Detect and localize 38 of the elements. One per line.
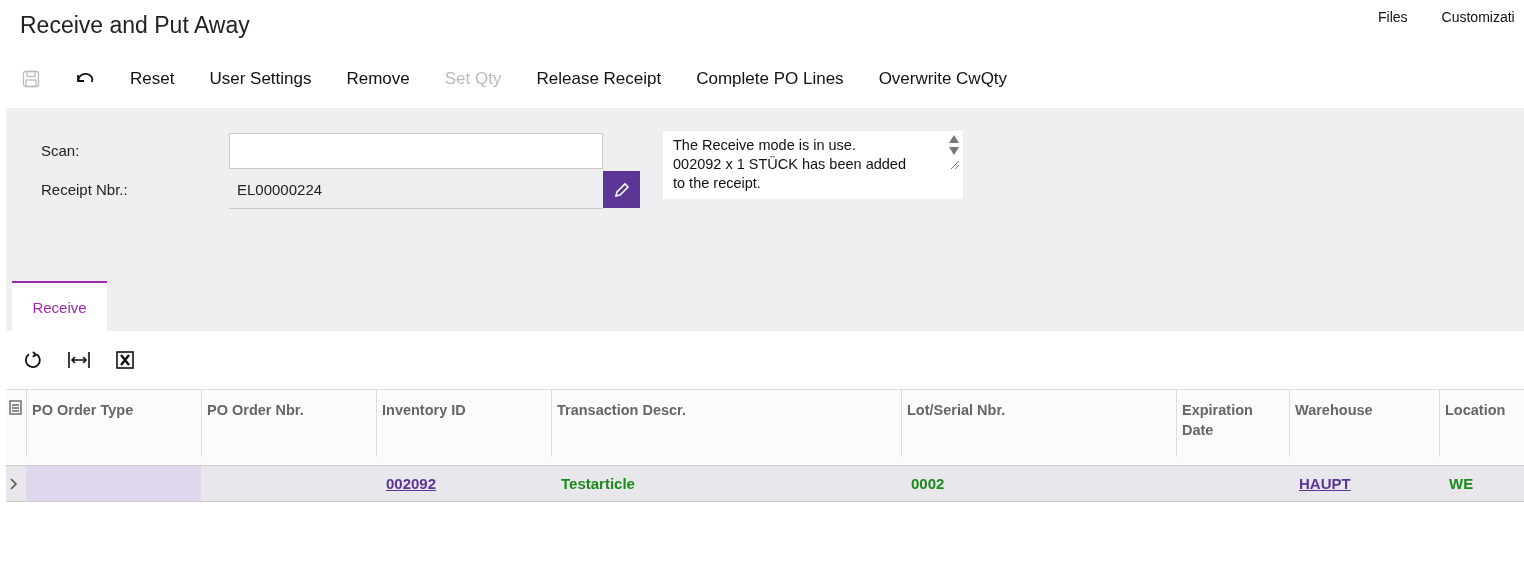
message-line: 002092 x 1 STÜCK has been added xyxy=(673,155,907,174)
header-link[interactable]: Files xyxy=(1378,9,1408,25)
scroll-up-icon[interactable] xyxy=(949,135,959,143)
cell-text: 0002 xyxy=(911,475,945,492)
toolbar-button[interactable]: Release Receipt xyxy=(536,69,662,89)
toolbar-button[interactable]: Complete PO Lines xyxy=(696,69,844,89)
toolbar-button[interactable]: Remove xyxy=(346,69,410,89)
header-link[interactable]: Customizati xyxy=(1441,9,1515,25)
page-title: Receive and Put Away xyxy=(20,12,250,39)
field-label: Receipt Nbr.: xyxy=(41,180,129,200)
current-row-icon xyxy=(10,477,18,490)
tab[interactable]: Receive xyxy=(12,281,107,331)
excel-export-icon xyxy=(116,351,134,369)
edit-button[interactable] xyxy=(603,171,640,208)
column-settings-icon[interactable] xyxy=(9,400,22,415)
active-cell[interactable] xyxy=(26,466,201,502)
cell-text: Testarticle xyxy=(561,475,635,492)
scan-field[interactable] xyxy=(229,132,603,169)
save-icon xyxy=(22,70,40,88)
refresh-icon xyxy=(24,351,42,369)
fit-columns-icon xyxy=(68,351,90,369)
message-line: The Receive mode is in use. xyxy=(673,136,857,155)
cell-text: WE xyxy=(1449,475,1474,492)
pencil-icon xyxy=(613,181,630,198)
toolbar-button[interactable]: Reset xyxy=(130,69,175,89)
refresh-button[interactable] xyxy=(24,351,42,369)
toolbar-button[interactable]: Overwrite CwQty xyxy=(878,69,1008,89)
message-line: to the receipt. xyxy=(673,174,762,193)
scroll-down-icon[interactable] xyxy=(949,147,959,155)
receipt-number-field[interactable]: EL00000224 xyxy=(229,170,603,209)
row-selector-cell[interactable] xyxy=(6,466,26,502)
table-link[interactable]: 002092 xyxy=(386,475,437,492)
excel-button[interactable] xyxy=(116,351,134,369)
field-label: Scan: xyxy=(41,141,81,161)
table-link[interactable]: HAUPT xyxy=(1299,475,1351,492)
fit-button[interactable] xyxy=(68,351,90,369)
toolbar-button[interactable]: User Settings xyxy=(209,69,312,89)
resize-grip-icon[interactable] xyxy=(949,159,959,169)
